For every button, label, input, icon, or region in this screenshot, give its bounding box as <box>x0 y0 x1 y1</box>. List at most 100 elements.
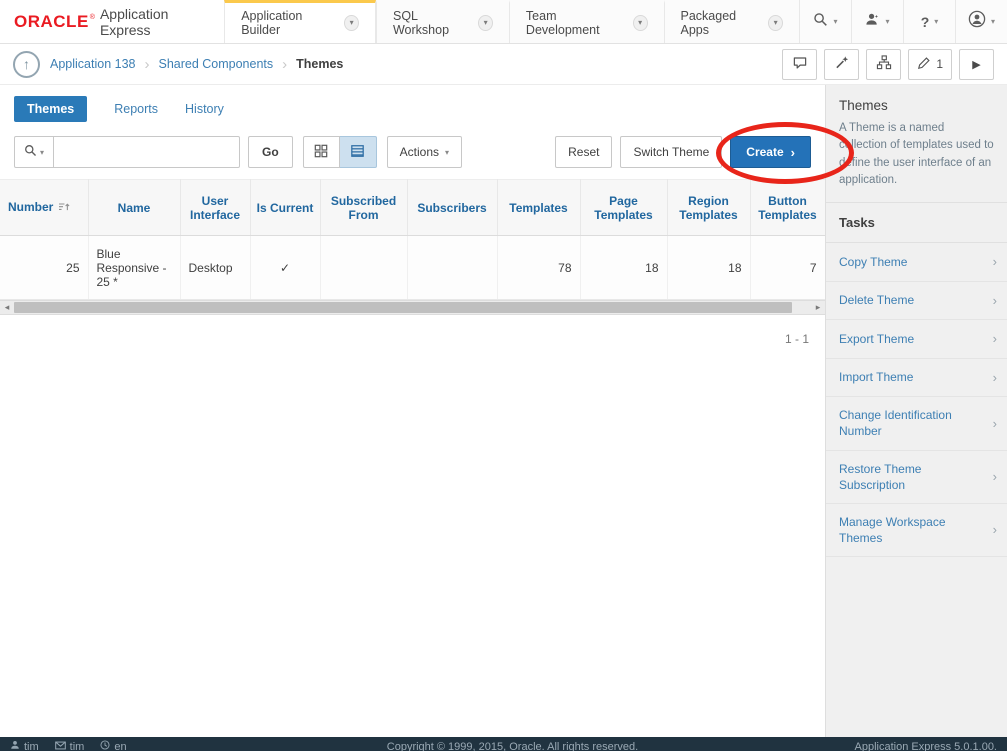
chevron-right-icon: › <box>993 415 997 433</box>
tab-reports[interactable]: Reports <box>114 96 158 122</box>
column-header-page-templates[interactable]: Page Templates <box>580 180 667 236</box>
table-row: 25 Blue Responsive - 25 * Desktop ✓ 78 1… <box>0 236 825 300</box>
footer-workspace[interactable]: tim <box>55 740 85 751</box>
cell-name-link[interactable]: Blue Responsive - 25 * <box>88 236 180 300</box>
icon-view-button[interactable] <box>303 136 340 168</box>
chevron-down-icon[interactable]: ▾ <box>633 15 648 31</box>
search-column-button[interactable]: ▾ <box>14 136 54 168</box>
footer-user[interactable]: tim <box>10 740 39 751</box>
cell-is-current-check-icon: ✓ <box>250 236 320 300</box>
registered-mark: ® <box>90 14 95 21</box>
reset-button[interactable]: Reset <box>555 136 612 168</box>
column-header-number[interactable]: Number <box>0 180 88 236</box>
chevron-down-icon: ▾ <box>445 148 449 157</box>
report-toolbar: ▾ Go Actions ▾ <box>0 136 825 168</box>
nav-tab-sql-workshop[interactable]: SQL Workshop ▾ <box>376 0 509 43</box>
chevron-right-icon: › <box>993 369 997 387</box>
column-header-subscribers[interactable]: Subscribers <box>407 180 497 236</box>
main-nav-tabs: Application Builder ▾ SQL Workshop ▾ Tea… <box>224 0 799 43</box>
search-input[interactable] <box>54 136 240 168</box>
account-menu-button[interactable]: ▾ <box>955 0 1007 43</box>
column-header-region-templates[interactable]: Region Templates <box>667 180 750 236</box>
footer-left: tim tim en <box>10 740 248 751</box>
go-button[interactable]: Go <box>248 136 293 168</box>
chevron-right-icon: › <box>791 145 795 160</box>
chevron-down-icon[interactable]: ▾ <box>768 15 783 31</box>
task-manage-workspace-themes[interactable]: Manage Workspace Themes › <box>826 504 1007 557</box>
task-delete-theme[interactable]: Delete Theme › <box>826 282 1007 321</box>
chevron-down-icon[interactable]: ▾ <box>344 15 359 31</box>
tab-themes[interactable]: Themes <box>14 96 87 122</box>
breadcrumb-shared-components[interactable]: Shared Components <box>158 57 273 71</box>
cell-region-templates: 18 <box>667 236 750 300</box>
horizontal-scrollbar[interactable]: ◂ ▸ <box>0 300 825 315</box>
breadcrumb-separator-icon: › <box>144 56 149 73</box>
chevron-right-icon: › <box>993 330 997 348</box>
oracle-logo[interactable]: ORACLE ® Application Express <box>0 0 224 43</box>
column-header-templates[interactable]: Templates <box>497 180 580 236</box>
column-header-name[interactable]: Name <box>88 180 180 236</box>
scrollbar-thumb[interactable] <box>14 302 792 313</box>
task-copy-theme[interactable]: Copy Theme › <box>826 243 1007 282</box>
nav-tab-packaged-apps[interactable]: Packaged Apps ▾ <box>664 0 800 43</box>
switch-theme-button[interactable]: Switch Theme <box>620 136 722 168</box>
chevron-down-icon[interactable]: ▾ <box>478 15 493 31</box>
chevron-down-icon: ▾ <box>833 17 837 26</box>
cell-page-templates: 18 <box>580 236 667 300</box>
scroll-left-icon[interactable]: ◂ <box>0 301 14 314</box>
utilities-button[interactable] <box>824 49 859 80</box>
column-header-button-templates[interactable]: Button Templates <box>750 180 825 236</box>
task-export-theme[interactable]: Export Theme › <box>826 320 1007 359</box>
create-button[interactable]: Create › <box>730 136 811 168</box>
report-view-icon <box>350 144 365 161</box>
tab-history[interactable]: History <box>185 96 224 122</box>
nav-tab-label: Packaged Apps <box>681 9 760 37</box>
shared-components-button[interactable] <box>866 49 901 80</box>
nav-tab-team-development[interactable]: Team Development ▾ <box>509 0 664 43</box>
pagination-label: 1 - 1 <box>0 315 825 346</box>
breadcrumb-application[interactable]: Application 138 <box>50 57 135 71</box>
column-header-is-current[interactable]: Is Current <box>250 180 320 236</box>
view-toggle <box>303 136 377 168</box>
top-icon-buttons: ▾ ▾ ? ▾ ▾ <box>799 0 1007 43</box>
report-view-button[interactable] <box>340 136 377 168</box>
task-import-theme[interactable]: Import Theme › <box>826 359 1007 398</box>
up-arrow-icon[interactable]: ↑ <box>13 51 40 78</box>
main-content: Themes Reports History ▾ Go <box>0 85 825 737</box>
footer-bar: tim tim en Copyright © 1999, 2015, Oracl… <box>0 737 1007 751</box>
edit-page-number: 1 <box>936 57 943 71</box>
chevron-right-icon: › <box>993 253 997 271</box>
column-header-subscribed-from[interactable]: Subscribed From <box>320 180 407 236</box>
actions-menu-button[interactable]: Actions ▾ <box>387 136 462 168</box>
sidebar-tasks-title: Tasks <box>826 203 1007 243</box>
nav-tab-application-builder[interactable]: Application Builder ▾ <box>224 0 376 43</box>
grid-view-icon <box>314 144 328 161</box>
task-restore-theme-subscription[interactable]: Restore Theme Subscription › <box>826 451 1007 504</box>
account-icon <box>968 10 986 33</box>
product-name: Application Express <box>100 6 210 38</box>
administration-menu-button[interactable]: ▾ <box>851 0 903 43</box>
cell-templates-link[interactable]: 78 <box>497 236 580 300</box>
run-page-button[interactable]: ▶ <box>959 49 994 80</box>
feedback-button[interactable] <box>782 49 817 80</box>
cell-subscribers <box>407 236 497 300</box>
nav-tab-label: Team Development <box>526 9 624 37</box>
chevron-right-icon: › <box>993 521 997 539</box>
help-menu-button[interactable]: ? ▾ <box>903 0 955 43</box>
breadcrumb-current: Themes <box>296 57 343 71</box>
cell-user-interface: Desktop <box>180 236 250 300</box>
apex-window: ORACLE ® Application Express Application… <box>0 0 1007 751</box>
oracle-brand-text: ORACLE <box>14 12 89 32</box>
edit-page-button[interactable]: 1 <box>908 49 952 80</box>
user-icon <box>10 740 20 751</box>
sort-icon <box>58 201 70 215</box>
scroll-right-icon[interactable]: ▸ <box>811 301 825 314</box>
chevron-down-icon: ▾ <box>40 148 44 157</box>
chevron-right-icon: › <box>993 292 997 310</box>
column-header-user-interface[interactable]: User Interface <box>180 180 250 236</box>
nav-tab-label: SQL Workshop <box>393 9 469 37</box>
footer-language[interactable]: en <box>100 740 126 751</box>
clock-icon <box>100 740 110 751</box>
search-button[interactable]: ▾ <box>799 0 851 43</box>
task-change-identification-number[interactable]: Change Identification Number › <box>826 397 1007 450</box>
